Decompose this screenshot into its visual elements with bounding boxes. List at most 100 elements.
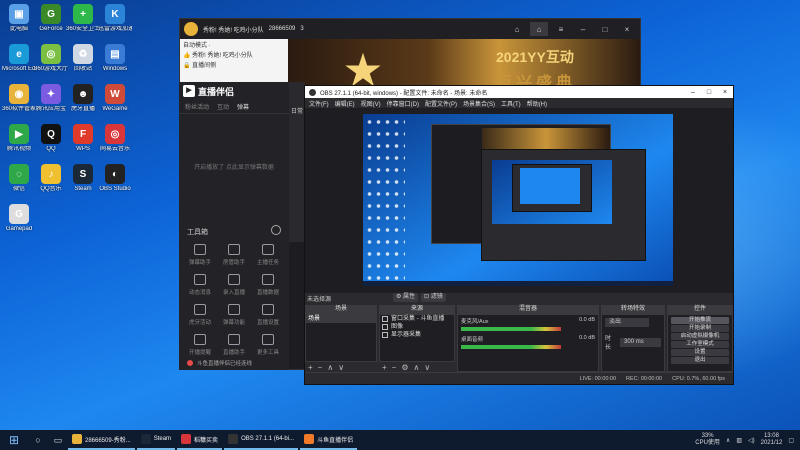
network-icon[interactable]: ▥ <box>736 437 742 444</box>
desktop-icon[interactable]: ◐ OBS Studio <box>98 164 132 193</box>
clock[interactable]: 13:08 2021/12 <box>761 433 783 447</box>
start-recording-button[interactable]: 开始录制 <box>671 325 729 332</box>
tool-item[interactable]: 开播提醒 <box>185 334 215 356</box>
move-down-icon[interactable]: ∨ <box>424 363 430 372</box>
minimize-icon[interactable]: – <box>574 22 592 36</box>
obs-menu-item[interactable]: 视图(V) <box>361 99 381 108</box>
studio-mode-button[interactable]: 工作室模式 <box>671 341 729 348</box>
desktop-icon[interactable]: Q QQ <box>34 124 68 153</box>
mixer-channel[interactable]: 桌面音频 0.0 dB <box>458 333 598 351</box>
desktop-icon[interactable]: ◎ 网易云音乐 <box>98 124 132 153</box>
desktop-icon[interactable]: ◌ 微信 <box>2 164 36 193</box>
tool-item[interactable]: 更多工具 <box>253 334 283 356</box>
tool-item[interactable]: 房管助手 <box>219 244 249 266</box>
desktop-icon[interactable]: +360安全卫士 <box>66 4 100 33</box>
volume-meter[interactable] <box>461 327 561 331</box>
tool-item[interactable]: 直播数据 <box>253 274 283 296</box>
move-up-icon[interactable]: ∧ <box>327 363 333 372</box>
taskbar-app[interactable]: OBS 27.1.1 (64-bi... <box>224 430 299 450</box>
obs-window[interactable]: OBS 27.1.1 (64-bit, windows) - 配置文件: 未命名… <box>304 85 734 385</box>
task-view-icon[interactable]: ▭ <box>48 430 68 450</box>
desktop-icon[interactable]: ▶ 腾讯视频 <box>2 124 36 153</box>
live-assistant-window[interactable]: ▶ 直播伴侣 粉丝活动 互动 弹幕 开启播放了 点此显示弹幕数据 工具箱 弹幕助… <box>179 82 289 370</box>
obs-menu-item[interactable]: 编辑(E) <box>335 99 355 108</box>
tool-item[interactable]: 主播任务 <box>253 244 283 266</box>
obs-menu-item[interactable]: 场景集合(S) <box>463 99 495 108</box>
remove-icon[interactable]: − <box>392 363 397 372</box>
volume-meter[interactable] <box>461 345 561 349</box>
maximize-icon[interactable]: □ <box>701 89 717 96</box>
tool-item[interactable]: 弹幕功能 <box>219 304 249 326</box>
tab-fans[interactable]: 粉丝活动 <box>185 102 209 111</box>
desktop-icon[interactable]: ♻ 回收站 <box>66 44 100 73</box>
obs-menu-item[interactable]: 帮助(H) <box>527 99 547 108</box>
filters-button[interactable]: ⊡ 滤镜 <box>421 293 446 302</box>
desktop-icon[interactable]: ◉ 360软件管家 <box>2 84 36 113</box>
sources-dock-footer: + − ⚙ ∧ ∨ <box>379 362 430 372</box>
taskbar-app[interactable]: 斗鱼直播伴侣 <box>300 430 358 450</box>
desktop-icon[interactable]: ◎ 360游戏大厅 <box>34 44 68 73</box>
desktop-icon[interactable]: ▣ 此电脑 <box>2 4 36 33</box>
desktop-icon[interactable]: F WPS <box>66 124 100 153</box>
tool-item[interactable]: 虎牙活动 <box>185 304 215 326</box>
close-icon[interactable]: × <box>618 22 636 36</box>
tab-interact[interactable]: 互动 <box>217 102 229 111</box>
desktop-icon[interactable]: S Steam <box>66 164 100 193</box>
tool-item[interactable]: 录入直播 <box>219 274 249 296</box>
desktop-icon[interactable]: ✦ 腾讯应用宝 <box>34 84 68 113</box>
scene-item[interactable]: 场景 <box>306 315 376 323</box>
chevron-up-icon[interactable]: ∧ <box>726 437 730 444</box>
desktop-icon[interactable]: G GeForce <box>34 4 68 33</box>
add-icon[interactable]: + <box>382 363 387 372</box>
notification-icon[interactable]: ▢ <box>788 437 794 444</box>
exit-button[interactable]: 退出 <box>671 357 729 364</box>
gamepad-icon[interactable]: ⌂ <box>508 22 526 36</box>
list-icon[interactable]: ≡ <box>552 22 570 36</box>
desktop-icon[interactable]: W WeGame <box>98 84 132 113</box>
home-icon[interactable]: ⌂ <box>530 22 548 36</box>
properties-button[interactable]: ⚙ 属性 <box>393 293 419 302</box>
desktop-icon[interactable]: ▤ Windows <box>98 44 132 73</box>
desktop-icon[interactable]: K 迅雷游戏加速器 <box>98 4 132 33</box>
source-item[interactable]: 窗口采集 - 斗鱼直播 <box>380 315 454 323</box>
tab-danmaku[interactable]: 弹幕 <box>237 102 249 111</box>
start-streaming-button[interactable]: 开始推流 <box>671 317 729 324</box>
close-icon[interactable]: × <box>717 89 733 96</box>
tool-item[interactable]: 动态消息 <box>185 274 215 296</box>
mixer-channel[interactable]: 麦克风/Aux 0.0 dB <box>458 315 598 333</box>
duration-input[interactable]: 300 ms <box>620 337 661 347</box>
virtual-camera-button[interactable]: 启动虚拟摄像机 <box>671 333 729 340</box>
remove-icon[interactable]: − <box>318 363 323 372</box>
gear-icon[interactable] <box>271 225 281 235</box>
move-up-icon[interactable]: ∧ <box>414 363 420 372</box>
obs-menu-item[interactable]: 配置文件(P) <box>425 99 457 108</box>
taskbar-app[interactable]: 稻糠买卖 <box>177 430 223 450</box>
maximize-icon[interactable]: □ <box>596 22 614 36</box>
volume-icon[interactable]: ◁) <box>748 437 755 444</box>
minimize-icon[interactable]: – <box>685 89 701 96</box>
desktop-icon[interactable]: e Microsoft Edge <box>2 44 36 73</box>
tool-item[interactable]: 直播助手 <box>219 334 249 356</box>
transition-select[interactable]: 淡出 <box>605 318 649 327</box>
taskbar-app[interactable]: 28666509-秀粉... <box>68 430 135 450</box>
tool-item[interactable]: 弹幕助手 <box>185 244 215 266</box>
desktop-icon[interactable]: ☻ 虎牙直播 <box>66 84 100 113</box>
add-icon[interactable]: + <box>308 363 313 372</box>
streamer-avatar[interactable] <box>184 22 198 36</box>
windows-start-icon[interactable]: ⊞ <box>0 430 28 450</box>
source-item[interactable]: 图像 <box>380 323 454 331</box>
obs-menu-item[interactable]: 工具(T) <box>501 99 521 108</box>
search-icon[interactable]: ○ <box>28 430 48 450</box>
settings-button[interactable]: 设置 <box>671 349 729 356</box>
gear-icon[interactable]: ⚙ <box>401 363 408 372</box>
move-down-icon[interactable]: ∨ <box>338 363 344 372</box>
source-item[interactable]: 显示器采集 <box>380 331 454 339</box>
taskbar-app[interactable]: Steam <box>136 430 176 450</box>
desktop-icon[interactable]: ♪ QQ音乐 <box>34 164 68 193</box>
tool-item[interactable]: 直播设置 <box>253 304 283 326</box>
cpu-usage[interactable]: 33% CPU使用 <box>695 433 720 447</box>
desktop-icon[interactable]: G Gamepad <box>2 204 36 233</box>
obs-menu-item[interactable]: 停靠窗口(D) <box>387 99 419 108</box>
obs-preview[interactable] <box>305 108 733 293</box>
obs-menu-item[interactable]: 文件(F) <box>309 99 329 108</box>
